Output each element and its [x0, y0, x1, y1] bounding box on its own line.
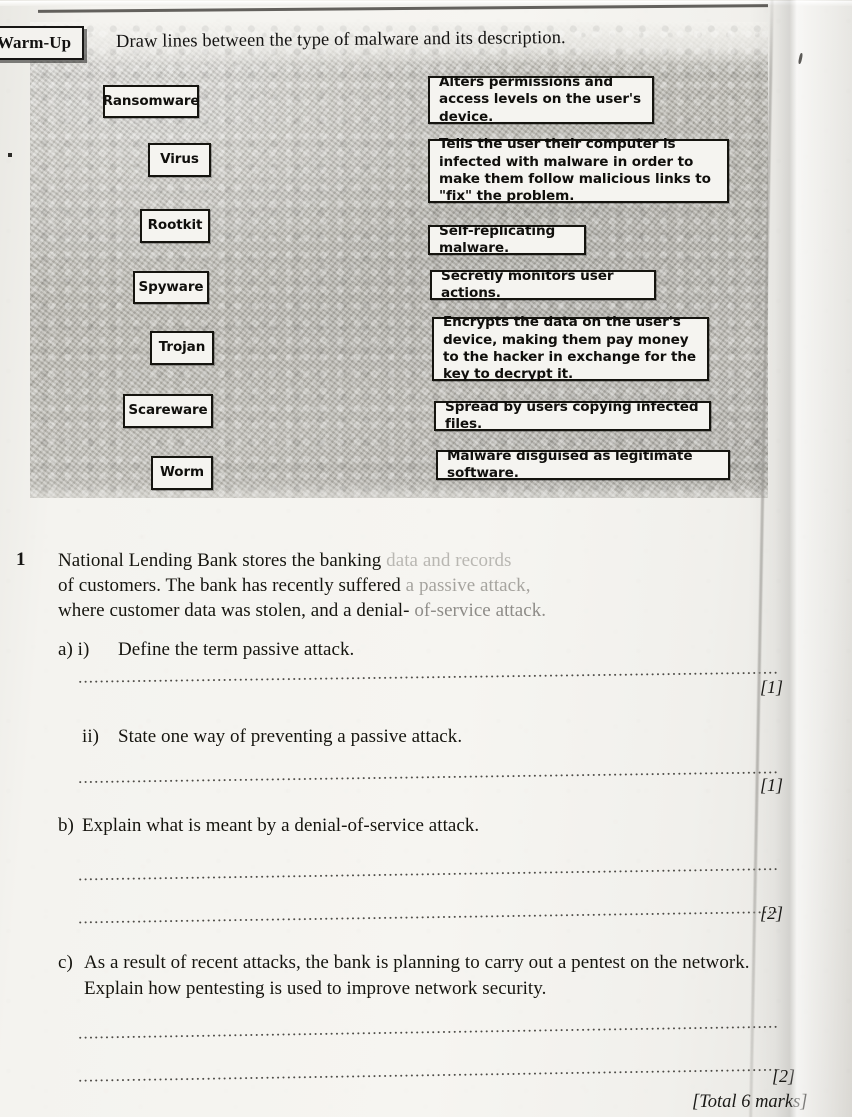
question-part-text-a-i: Define the term passive attack.	[118, 639, 355, 660]
malware-description-box-6[interactable]: Spread by users copying infected files.	[434, 398, 711, 432]
malware-description-box-7[interactable]: Malware disguised as legitimate software…	[436, 447, 730, 481]
question-part-text-b: Explain what is meant by a denial-of-ser…	[82, 815, 480, 836]
question-part-label-c: c)	[58, 952, 73, 973]
question-stem-line-1: National Lending Bank stores the banking…	[58, 547, 511, 574]
question-stem-line-3: where customer data was stolen, and a de…	[58, 597, 546, 624]
malware-term-box-worm[interactable]: Worm	[151, 456, 213, 490]
malware-description-text: Tells the user their computer is infecte…	[439, 136, 711, 205]
stem-text-faded: a passive attack,	[405, 575, 531, 596]
question-part-label-b: b)	[58, 815, 74, 836]
warm-up-tab-label: Warm-Up	[0, 33, 72, 52]
question-part-text-a-ii: State one way of preventing a passive at…	[118, 726, 463, 747]
stem-text-faded: of-service attack.	[414, 600, 547, 621]
marks-allocation-a-i: [1]	[760, 677, 784, 697]
malware-term-label: Trojan	[158, 339, 206, 356]
stem-text-clear: National Lending Bank stores the banking	[58, 550, 382, 571]
malware-term-box-rootkit[interactable]: Rootkit	[140, 209, 210, 243]
malware-term-box-spyware[interactable]: Spyware	[133, 271, 209, 304]
panel-bottom-wash	[30, 480, 768, 498]
malware-term-label: Scareware	[128, 402, 208, 419]
malware-description-text: Secretly monitors user actions.	[441, 267, 614, 301]
malware-term-label: Ransomware	[102, 92, 200, 109]
malware-description-text: Encrypts the data on the user's device, …	[443, 314, 697, 383]
warm-up-instruction: Draw lines between the type of malware a…	[115, 28, 566, 52]
malware-term-box-trojan[interactable]: Trojan	[150, 331, 214, 365]
question-number: 1	[16, 549, 26, 570]
malware-description-text: Alters permissions and access levels on …	[439, 73, 641, 125]
malware-term-label: Worm	[159, 464, 204, 481]
question-stem-line-2: of customers. The bank has recently suff…	[58, 572, 531, 599]
stray-pencil-dot	[8, 153, 12, 157]
malware-description-box-2[interactable]: Tells the user their computer is infecte…	[428, 136, 729, 205]
warm-up-tab: Warm-Up	[0, 26, 84, 60]
malware-description-box-4[interactable]: Secretly monitors user actions.	[430, 267, 656, 301]
malware-term-label: Spyware	[138, 278, 204, 295]
malware-description-text: Spread by users copying infected files.	[445, 398, 699, 432]
stem-text-faded: data and records	[386, 550, 512, 571]
question-part-label-a-i: a) i)	[58, 639, 90, 660]
malware-description-box-5[interactable]: Encrypts the data on the user's device, …	[432, 314, 709, 383]
malware-description-box-1[interactable]: Alters permissions and access levels on …	[428, 73, 654, 125]
question-part-text-c-line-1: As a result of recent attacks, the bank …	[84, 952, 750, 973]
marks-allocation-a-ii: [1]	[760, 775, 784, 795]
stem-text-clear: where customer data was stolen, and a de…	[58, 600, 410, 621]
worksheet-page: Warm-Up Draw lines between the type of m…	[0, 0, 852, 1117]
marks-allocation-b: [2]	[760, 903, 784, 923]
malware-term-box-scareware[interactable]: Scareware	[123, 394, 213, 428]
marks-allocation-c: [2]	[772, 1066, 796, 1086]
malware-term-box-ransomware[interactable]: Ransomware	[102, 85, 200, 118]
malware-description-box-3[interactable]: Self-replicating malware.	[428, 222, 586, 256]
malware-term-box-virus[interactable]: Virus	[148, 143, 211, 177]
question-part-text-c-line-2: Explain how pentesting is used to improv…	[84, 978, 547, 999]
malware-description-text: Malware disguised as legitimate software…	[447, 447, 693, 481]
malware-term-label: Virus	[160, 151, 199, 168]
stem-text-clear: of customers. The bank has recently suff…	[58, 575, 401, 596]
malware-term-label: Rootkit	[147, 217, 203, 234]
malware-description-text: Self-replicating malware.	[439, 222, 556, 256]
question-part-label-a-ii: ii)	[82, 726, 100, 747]
